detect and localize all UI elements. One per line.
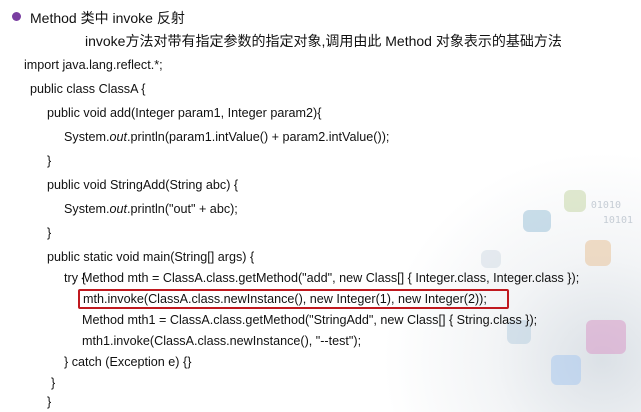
code-line: Method mth1 = ClassA.class.getMethod("St… (82, 313, 538, 327)
decorative-tile (481, 250, 501, 268)
decorative-tile (551, 355, 581, 385)
code-text: .println("out" + abc); (127, 202, 238, 216)
decorative-binary-text: 01010 (590, 200, 621, 211)
code-line: mth1.invoke(ClassA.class.newInstance(), … (82, 334, 362, 348)
slide-title: Method 类中 invoke 反射 (30, 10, 185, 26)
code-line: System.out.println(param1.intValue() + p… (64, 129, 389, 145)
code-text: .println(param1.intValue() + param2.intV… (127, 130, 390, 144)
code-text-italic: out (109, 130, 128, 144)
code-line: public class ClassA { (30, 82, 146, 96)
decorative-tile (523, 210, 551, 232)
code-line: System.out.println("out" + abc); (64, 201, 238, 217)
code-line: } (47, 395, 52, 409)
decorative-binary-text: 10101 (602, 215, 633, 226)
code-text: System. (64, 202, 110, 216)
code-line: import java.lang.reflect.*; (24, 58, 163, 72)
bullet-icon (12, 12, 21, 21)
decorative-tile (564, 190, 586, 212)
decorative-tile (585, 240, 611, 266)
code-text-italic: out (109, 202, 128, 216)
code-line: Method mth = ClassA.class.getMethod("add… (82, 271, 580, 285)
code-text: System. (64, 130, 110, 144)
code-line: } catch (Exception e) {} (64, 355, 192, 369)
code-line: public void add(Integer param1, Integer … (47, 106, 322, 120)
code-line: } (51, 376, 56, 390)
code-line-highlighted: mth.invoke(ClassA.class.newInstance(), n… (83, 292, 487, 306)
slide-subtitle: invoke方法对带有指定参数的指定对象,调用由此 Method 对象表示的基础… (85, 33, 562, 49)
code-line: } (47, 154, 52, 168)
code-line: } (47, 226, 52, 240)
code-line: public static void main(String[] args) { (47, 250, 255, 264)
code-line: public void StringAdd(String abc) { (47, 178, 239, 192)
decorative-tile (586, 320, 626, 354)
